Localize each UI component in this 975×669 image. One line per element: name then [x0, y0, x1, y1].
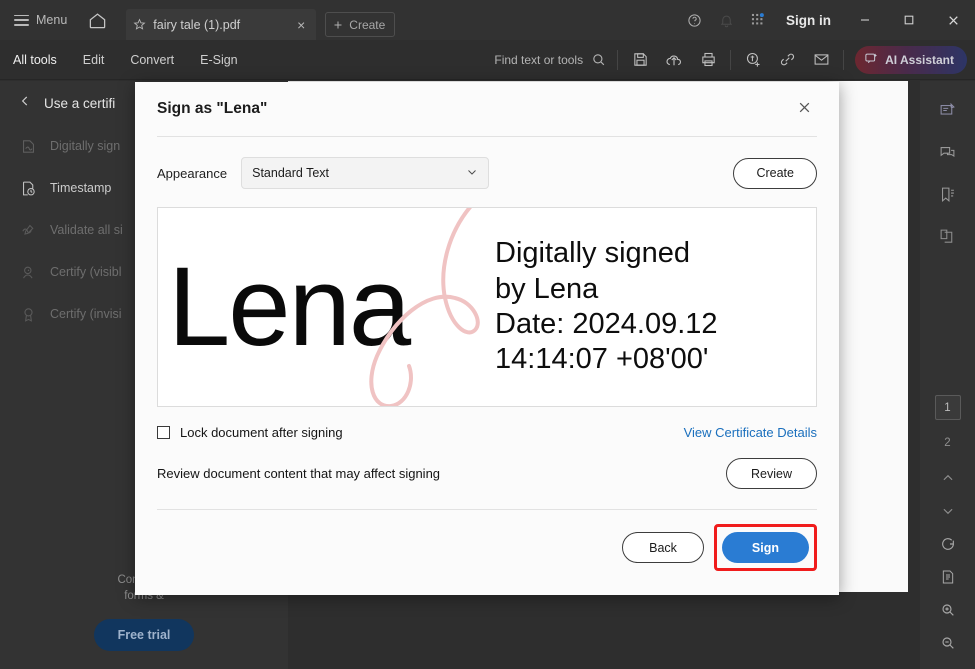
- bookmark-icon[interactable]: [930, 175, 966, 213]
- email-icon[interactable]: [804, 43, 838, 77]
- hamburger-icon: [14, 14, 29, 26]
- find-label: Find text or tools: [494, 52, 584, 67]
- dialog-header: Sign as "Lena": [135, 82, 839, 136]
- review-button[interactable]: Review: [726, 458, 817, 489]
- review-row: Review document content that may affect …: [135, 440, 839, 489]
- sidebar-label: Digitally sign: [50, 139, 121, 153]
- appearance-row: Appearance Standard Text Create: [135, 137, 839, 189]
- document-tab[interactable]: fairy tale (1).pdf ×: [126, 9, 317, 40]
- signature-line-2: by Lena: [495, 272, 599, 305]
- signature-preview: Lena Digitally signed by Lena Date: 2024…: [157, 207, 817, 407]
- tab-close-icon[interactable]: ×: [293, 16, 309, 34]
- right-tool-rail: 1 2: [920, 81, 975, 669]
- title-bar: Menu fairy tale (1).pdf × Create Sign in: [0, 0, 975, 40]
- star-icon[interactable]: [133, 18, 146, 31]
- signature-name-text: Lena: [168, 244, 411, 369]
- timestamp-icon: [18, 178, 38, 198]
- apps-grid-icon[interactable]: [742, 0, 774, 40]
- rotate-icon[interactable]: [931, 527, 965, 560]
- sidebar-label: Certify (visibl: [50, 265, 122, 279]
- create-button[interactable]: Create: [325, 12, 396, 37]
- zoom-in-icon[interactable]: [931, 593, 965, 626]
- link-icon[interactable]: [770, 43, 804, 77]
- validate-icon: [18, 220, 38, 240]
- zoom-out-icon[interactable]: [931, 626, 965, 659]
- certify-visible-icon: [18, 262, 38, 282]
- print-icon[interactable]: [691, 43, 725, 77]
- sign-as-dialog: Sign as "Lena" Appearance Standard Text …: [135, 82, 839, 595]
- digital-sign-icon: [18, 136, 38, 156]
- tab-esign[interactable]: E-Sign: [187, 53, 251, 67]
- create-signature-button[interactable]: Create: [733, 157, 817, 189]
- left-panel-title: Use a certifi: [44, 95, 116, 111]
- appearance-select[interactable]: Standard Text: [241, 157, 490, 189]
- upload-cloud-icon[interactable]: [657, 43, 691, 77]
- toolbar-divider: [617, 49, 619, 70]
- adobe-acrobat-window: Menu fairy tale (1).pdf × Create Sign in…: [0, 0, 975, 669]
- help-circle-icon[interactable]: [678, 0, 710, 40]
- ai-assistant-label: AI Assistant: [885, 52, 954, 67]
- sign-button-highlight: Sign: [713, 524, 817, 571]
- page-number-1[interactable]: 1: [934, 395, 961, 420]
- maximize-button[interactable]: [887, 0, 931, 40]
- appearance-label: Appearance: [157, 165, 228, 181]
- lock-document-label: Lock document after signing: [180, 425, 343, 440]
- signature-line-3: Date: 2024.09.12: [495, 308, 718, 340]
- free-trial-button[interactable]: Free trial: [93, 619, 195, 651]
- dialog-title: Sign as "Lena": [157, 100, 268, 117]
- close-icon[interactable]: [792, 97, 817, 122]
- chevron-up-icon[interactable]: [931, 461, 965, 494]
- toolbar-divider-3: [843, 49, 845, 70]
- signature-line-4: 14:14:07 +08'00': [495, 343, 709, 376]
- minimize-button[interactable]: [843, 0, 887, 40]
- dialog-footer: Back Sign: [135, 510, 839, 571]
- chevron-left-icon[interactable]: [18, 93, 32, 113]
- titlebar-right-group: Sign in: [678, 0, 975, 40]
- comment-icon[interactable]: [930, 133, 966, 171]
- menu-label: Menu: [36, 13, 68, 27]
- sidebar-label: Validate all si: [50, 223, 123, 237]
- tab-edit[interactable]: Edit: [70, 53, 118, 67]
- sidebar-label: Certify (invisi: [50, 307, 122, 321]
- lock-document-row: Lock document after signing View Certifi…: [135, 407, 839, 440]
- certify-invisible-icon: [18, 304, 38, 324]
- review-description: Review document content that may affect …: [157, 466, 441, 481]
- sign-in-button[interactable]: Sign in: [774, 13, 843, 28]
- tab-title: fairy tale (1).pdf: [153, 17, 241, 32]
- view-certificate-details-link[interactable]: View Certificate Details: [684, 425, 817, 440]
- plus-icon: [334, 21, 342, 28]
- appearance-value: Standard Text: [252, 166, 330, 180]
- back-button[interactable]: Back: [622, 532, 704, 563]
- ai-assistant-button[interactable]: AI Assistant: [855, 45, 967, 74]
- lock-document-checkbox[interactable]: [157, 426, 170, 439]
- ai-sparkle-icon: [864, 51, 879, 69]
- menu-button[interactable]: Menu: [14, 13, 67, 27]
- page-thumbnails-icon[interactable]: [930, 217, 966, 255]
- tab-convert[interactable]: Convert: [117, 53, 187, 67]
- chevron-down-icon[interactable]: [931, 494, 965, 527]
- sign-button[interactable]: Sign: [721, 532, 809, 563]
- main-toolbar: All tools Edit Convert E-Sign Find text …: [0, 40, 975, 80]
- fit-page-icon[interactable]: [931, 560, 965, 593]
- tab-all-tools[interactable]: All tools: [0, 53, 70, 67]
- chevron-down-icon: [466, 166, 478, 181]
- page-number-2[interactable]: 2: [935, 430, 961, 455]
- edit-note-icon[interactable]: [930, 91, 966, 129]
- signature-preview-right: Digitally signed by Lena Date: 2024.09.1…: [487, 208, 816, 406]
- signature-line-1: Digitally signed: [495, 237, 691, 270]
- search-icon: [593, 54, 605, 66]
- save-icon[interactable]: [623, 43, 657, 77]
- sidebar-label: Timestamp: [50, 181, 112, 195]
- home-icon[interactable]: [85, 8, 109, 32]
- close-window-button[interactable]: [931, 0, 975, 40]
- bell-icon[interactable]: [710, 0, 742, 40]
- signature-preview-left: Lena: [158, 208, 487, 406]
- toolbar-divider-2: [730, 49, 732, 70]
- toolbar-right-group: Find text or tools AI Assistant: [494, 43, 975, 77]
- create-label: Create: [349, 17, 386, 32]
- add-stamp-icon[interactable]: [736, 43, 770, 77]
- find-tools-search[interactable]: Find text or tools: [494, 52, 606, 67]
